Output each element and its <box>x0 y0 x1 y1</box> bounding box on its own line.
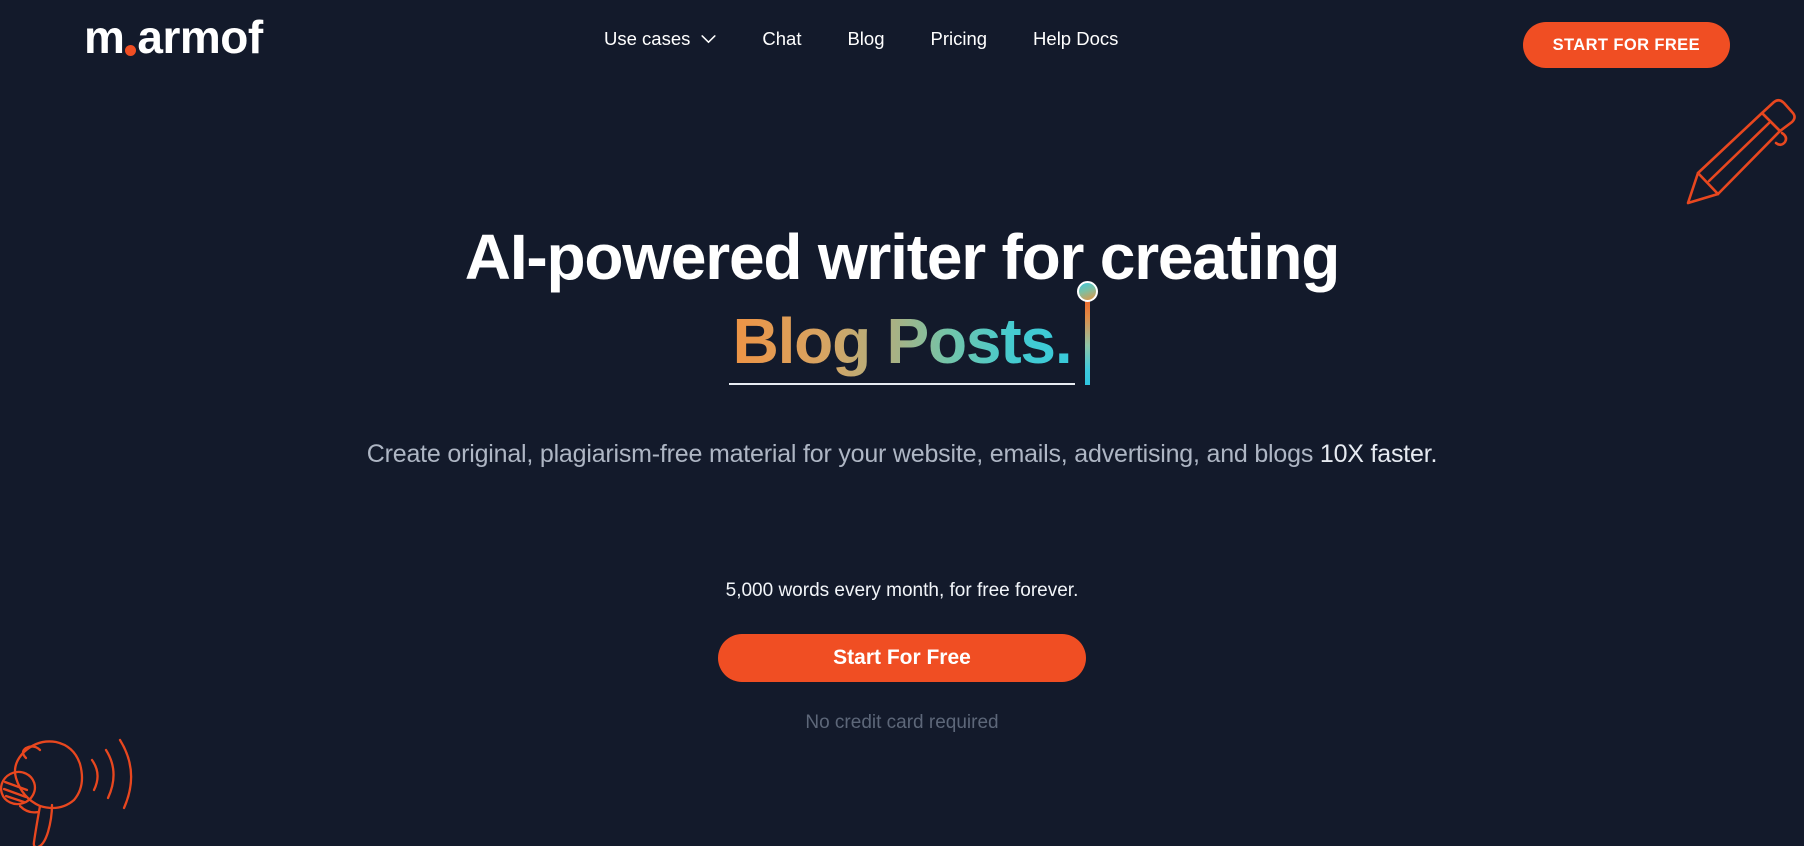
megaphone-icon <box>0 738 133 846</box>
hero-no-credit-card-note: No credit card required <box>805 712 999 733</box>
landing-page: m armof Use cases Chat Blog Pricing Help… <box>0 0 1804 846</box>
hero-gradient-row: Blog Posts. <box>0 281 1804 385</box>
hero-underline <box>728 382 1076 385</box>
hero-headline: AI-powered writer for creating <box>464 221 1341 293</box>
hero-start-for-free-button[interactable]: Start For Free <box>718 634 1086 682</box>
hero-cta-row: Start For Free <box>0 634 1804 682</box>
hero-offer-text: 5,000 words every month, for free foreve… <box>725 580 1079 601</box>
hero-subtitle: Create original, plagiarism-free materia… <box>0 440 1804 469</box>
hero-subtitle-emphasis: 10X faster. <box>1319 440 1438 468</box>
typing-caret-knob-icon <box>1077 281 1099 302</box>
hero-subtitle-lead: Create original, plagiarism-free materia… <box>366 440 1320 468</box>
hero-gradient-wrap: Blog Posts. <box>728 281 1099 385</box>
pencil-icon <box>1686 98 1796 205</box>
hero-section: AI-powered writer for creating Blog Post… <box>0 0 1804 846</box>
hero-gradient-word: Blog Posts. <box>729 305 1076 377</box>
typing-caret-icon <box>1085 297 1091 385</box>
